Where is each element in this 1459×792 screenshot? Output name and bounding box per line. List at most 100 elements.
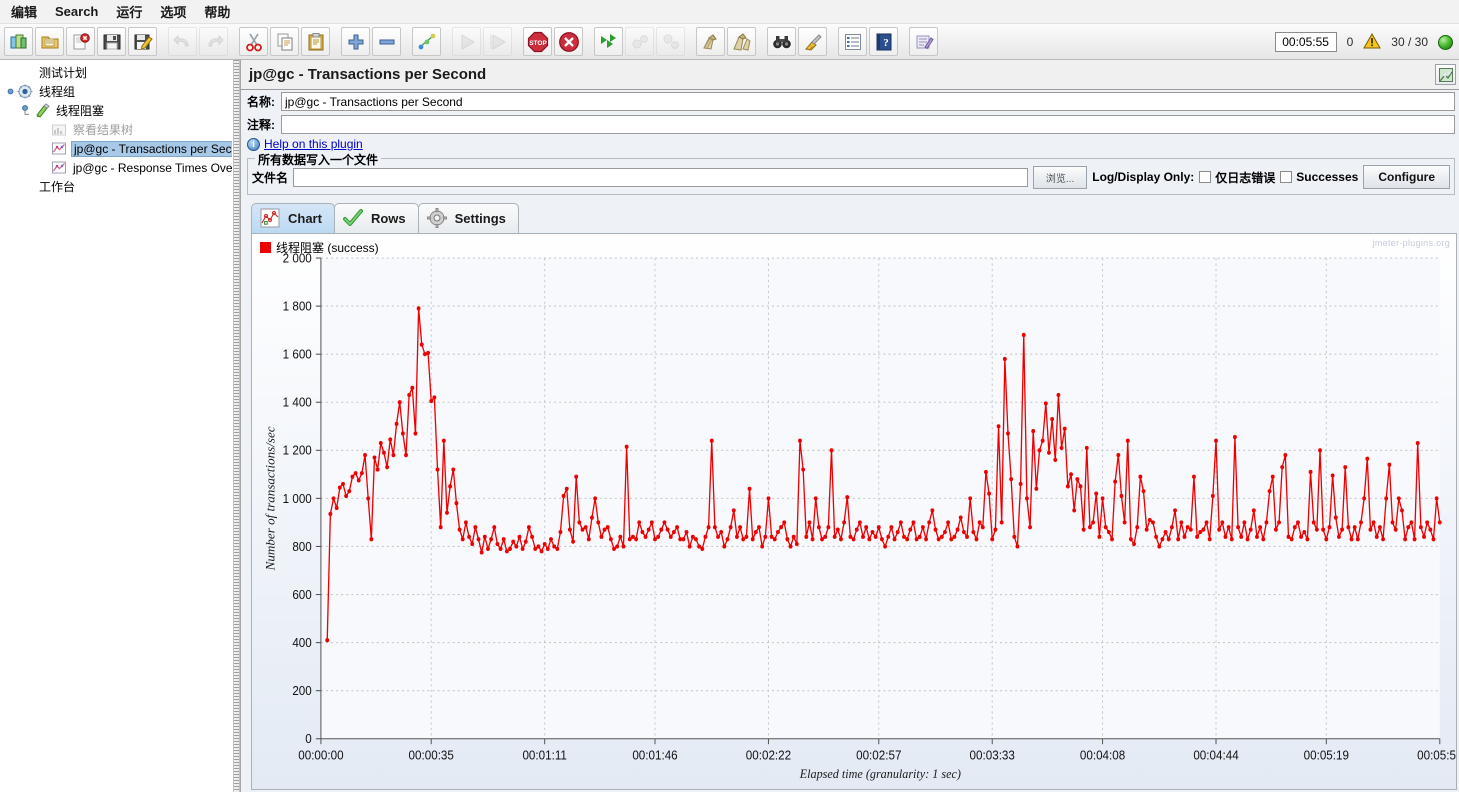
menu-run[interactable]: 运行 (107, 0, 151, 24)
menu-search[interactable]: Search (46, 1, 107, 22)
search-icon[interactable] (767, 27, 796, 56)
run-status-area: 00:05:55 0 30 / 30 (1274, 24, 1453, 60)
rows-icon (342, 208, 365, 230)
running-indicator-icon (1438, 34, 1453, 50)
comment-label: 注释: (247, 118, 275, 132)
open-icon[interactable] (35, 27, 64, 56)
tree-expand-handle-icon[interactable] (4, 86, 17, 97)
listener-icon (51, 141, 68, 156)
paste-icon[interactable] (301, 27, 330, 56)
close-icon[interactable] (66, 27, 95, 56)
expand-all-icon[interactable] (341, 27, 370, 56)
help-icon[interactable]: ? (869, 27, 898, 56)
save-icon[interactable] (97, 27, 126, 56)
tree-node-test-plan[interactable]: 测试计划 (0, 63, 232, 82)
workbench-icon (17, 179, 34, 194)
shutdown-remote-all-icon (656, 27, 685, 56)
x-axis-tick-label: 00:02:22 (746, 748, 792, 763)
test-plan-tree[interactable]: 测试计划线程组线程阻塞察看结果树 jp@gc - Transactions per… (0, 60, 233, 792)
menu-edit[interactable]: 编辑 (2, 0, 46, 24)
browse-button[interactable]: 浏览... (1032, 165, 1088, 189)
menu-bar: 编辑 Search 运行 选项 帮助 (0, 0, 1459, 24)
reset-search-icon[interactable] (798, 27, 827, 56)
tree-node-thread-group[interactable]: 线程组 (0, 82, 232, 101)
clear-all-icon[interactable] (727, 27, 756, 56)
menu-options[interactable]: 选项 (151, 0, 195, 24)
configure-button[interactable]: Configure (1363, 165, 1450, 189)
x-axis-tick-label: 00:03:33 (970, 748, 1016, 763)
tab-settings[interactable]: Settings (417, 203, 519, 233)
x-axis-tick-label: 00:02:57 (856, 748, 902, 763)
x-axis-tick-label: 00:05:55 (1417, 748, 1456, 763)
templates-icon[interactable] (909, 27, 938, 56)
tree-node-label: jp@gc - Transactions per Second (71, 140, 232, 157)
tab-chart[interactable]: Chart (251, 203, 335, 233)
tree-node-label: 线程组 (39, 85, 76, 99)
y-axis-title: Number of transactions/sec (264, 426, 277, 571)
y-axis-tick-label: 600 (292, 587, 312, 602)
errors-only-checkbox[interactable]: 仅日志错误 (1199, 169, 1275, 186)
chart-container: 线程阻塞 (success) jmeter-plugins.org 0 200 40… (251, 233, 1457, 790)
tree-node-label: jp@gc - Response Times Over Tim (73, 160, 233, 175)
warning-count: 0 (1346, 35, 1354, 49)
split-pane-divider[interactable] (233, 60, 240, 792)
successes-checkbox[interactable]: Successes (1280, 170, 1358, 184)
function-helper-icon[interactable] (838, 27, 867, 56)
toggle-icon[interactable] (412, 27, 441, 56)
tree-node-transactions-per-second[interactable]: jp@gc - Transactions per Second (0, 139, 232, 158)
tree-node-workbench[interactable]: 工作台 (0, 177, 232, 196)
tab-rows[interactable]: Rows (333, 203, 419, 233)
tree-node-response-times-over-time[interactable]: jp@gc - Response Times Over Tim (0, 158, 232, 177)
x-axis-tick-label: 00:00:35 (409, 748, 455, 763)
tree-node-label: 察看结果树 (73, 123, 134, 137)
save-as-icon[interactable] (128, 27, 157, 56)
shutdown-icon[interactable] (554, 27, 583, 56)
copy-icon[interactable] (270, 27, 299, 56)
tree-expand-handle-icon[interactable] (21, 105, 34, 116)
panel-header: jp@gc - Transactions per Second (241, 60, 1459, 90)
threadgroup-icon (17, 84, 34, 99)
name-label: 名称: (247, 95, 275, 109)
elapsed-time: 00:05:55 (1274, 32, 1337, 52)
name-row: 名称: (241, 90, 1459, 113)
filename-input[interactable] (293, 167, 1028, 187)
filename-label: 文件名 (252, 170, 289, 185)
testplan-icon (17, 65, 34, 80)
errors-only-label: 仅日志错误 (1215, 170, 1276, 185)
x-axis-tick-label: 00:04:44 (1193, 748, 1239, 763)
collapse-all-icon[interactable] (372, 27, 401, 56)
expand-panel-button[interactable] (1435, 64, 1456, 85)
tab-strip: Chart Rows Settings (241, 195, 1459, 233)
y-axis-tick-label: 200 (292, 684, 312, 699)
svg-text:?: ? (883, 37, 889, 49)
thread-count: 30 / 30 (1391, 35, 1428, 49)
menu-help[interactable]: 帮助 (195, 0, 239, 24)
chart-legend: 线程阻塞 (success) (260, 239, 379, 256)
start-remote-all-icon[interactable] (594, 27, 623, 56)
errors-only-checkbox-box[interactable] (1199, 171, 1212, 183)
tree-node-view-results-tree[interactable]: 察看结果树 (0, 120, 232, 139)
successes-checkbox-box[interactable] (1280, 171, 1293, 183)
tab-label: Chart (288, 211, 322, 226)
help-on-plugin-link[interactable]: Help on this plugin (264, 137, 363, 151)
new-test-plan-icon[interactable] (4, 27, 33, 56)
tree-node-label: 线程阻塞 (56, 104, 105, 118)
tab-label: Settings (454, 211, 506, 226)
successes-label: Successes (1296, 170, 1359, 184)
transactions-per-second-chart[interactable]: 02004006008001 0001 2001 4001 6001 8002 … (252, 234, 1456, 789)
name-input[interactable] (281, 92, 1455, 111)
comment-input[interactable] (281, 115, 1455, 134)
warning-icon[interactable] (1363, 32, 1382, 52)
x-axis-title: Elapsed time (granularity: 1 sec) (799, 767, 961, 782)
undo-icon (168, 27, 197, 56)
cut-icon[interactable] (239, 27, 268, 56)
main-panel: jp@gc - Transactions per Second 名称: 注释: (240, 60, 1459, 792)
tree-node-label: 测试计划 (39, 66, 88, 80)
chart-watermark: jmeter-plugins.org (1372, 238, 1450, 248)
clear-icon[interactable] (696, 27, 725, 56)
x-axis-tick-label: 00:00:00 (298, 748, 344, 763)
page-title: jp@gc - Transactions per Second (249, 66, 487, 83)
info-icon: i (247, 137, 260, 151)
tree-node-thread-block[interactable]: 线程阻塞 (0, 101, 232, 120)
stop-icon[interactable]: STOP (523, 27, 552, 56)
